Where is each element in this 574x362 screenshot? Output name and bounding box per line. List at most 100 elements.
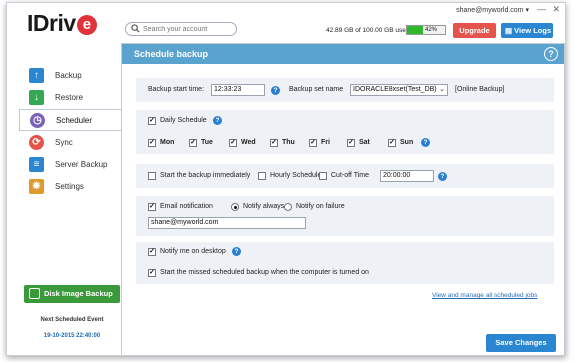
day-checkbox-sat[interactable]: ✓ bbox=[347, 139, 355, 147]
sidebar-item-scheduler[interactable]: ◷ Scheduler bbox=[19, 109, 121, 131]
cutoff-time-checkbox[interactable] bbox=[319, 172, 327, 180]
minimize-icon[interactable]: — bbox=[537, 4, 546, 14]
disk-icon bbox=[29, 288, 40, 299]
desktop-notification-section: ✓ Notify me on desktop ? ✓ Start the mis… bbox=[136, 242, 554, 284]
backup-set-label: Backup set name bbox=[289, 86, 344, 93]
user-account-menu[interactable]: shane@myworld.com ▾ bbox=[456, 6, 529, 14]
sidebar-item-label: Restore bbox=[55, 93, 84, 102]
start-time-label: Backup start time: bbox=[148, 86, 205, 93]
email-field[interactable]: shane@myworld.com bbox=[148, 217, 306, 229]
email-notification-checkbox[interactable]: ✓ bbox=[148, 203, 156, 211]
day-label: Tue bbox=[201, 139, 213, 146]
day-checkbox-tue[interactable]: ✓ bbox=[189, 139, 197, 147]
day-checkbox-wed[interactable]: ✓ bbox=[229, 139, 237, 147]
close-icon[interactable]: ✕ bbox=[552, 4, 560, 15]
day-checkbox-thu[interactable]: ✓ bbox=[270, 139, 278, 147]
info-icon[interactable]: ? bbox=[213, 116, 222, 125]
day-checkbox-fri[interactable]: ✓ bbox=[309, 139, 317, 147]
disk-image-backup-button[interactable]: Disk Image Backup bbox=[24, 285, 120, 303]
start-immediately-checkbox[interactable] bbox=[148, 172, 156, 180]
backup-time-section: Backup start time: 12:33:23 ? Backup set… bbox=[136, 78, 554, 102]
chevron-down-icon: ⌄ bbox=[439, 86, 445, 93]
day-label: Thu bbox=[282, 139, 295, 146]
daily-schedule-section: ✓ Daily Schedule ? ✓ Mon ✓ Tue ✓ Wed ✓ T… bbox=[136, 110, 554, 154]
sidebar-item-label: Scheduler bbox=[56, 116, 93, 125]
search-icon bbox=[131, 24, 140, 35]
day-label: Sat bbox=[359, 139, 370, 146]
start-time-input[interactable]: 12:33:23 bbox=[211, 84, 265, 96]
sidebar-item-settings[interactable]: ✹ Settings bbox=[19, 176, 121, 198]
notify-desktop-checkbox[interactable]: ✓ bbox=[148, 248, 156, 256]
day-label: Fri bbox=[321, 139, 330, 146]
daily-schedule-checkbox[interactable]: ✓ bbox=[148, 117, 156, 125]
download-arrow-icon: ↓ bbox=[29, 90, 44, 105]
notify-always-radio[interactable] bbox=[231, 203, 239, 211]
backup-set-value: IDORACLE8xset(Test_DB) bbox=[353, 86, 437, 93]
logs-icon: ▤ bbox=[505, 26, 515, 35]
server-icon: ≡ bbox=[29, 157, 44, 172]
options-section: Start the backup immediately Hourly Sche… bbox=[136, 164, 554, 188]
day-label: Wed bbox=[241, 139, 256, 146]
missed-backup-checkbox[interactable]: ✓ bbox=[148, 269, 156, 277]
storage-usage-percent: 42% bbox=[425, 27, 438, 33]
day-label: Mon bbox=[160, 139, 175, 146]
upload-arrow-icon: ↑ bbox=[29, 68, 44, 83]
storage-usage-text: 42.89 GB of 100.00 GB used bbox=[326, 27, 410, 34]
sidebar-item-server-backup[interactable]: ≡ Server Backup bbox=[19, 154, 121, 176]
sidebar-item-label: Settings bbox=[55, 182, 84, 191]
next-scheduled-event-date: 19-10-2015 22:40:00 bbox=[43, 333, 101, 339]
info-icon[interactable]: ? bbox=[232, 247, 241, 256]
hourly-schedule-label: Hourly Schedule bbox=[270, 172, 322, 179]
day-checkbox-mon[interactable]: ✓ bbox=[148, 139, 156, 147]
cutoff-time-input[interactable]: 20:00:00 bbox=[380, 170, 434, 182]
storage-usage-fill bbox=[407, 26, 423, 34]
app-window: IDrive shane@myworld.com ▾ — ✕ 42.89 GB … bbox=[6, 2, 566, 356]
logo-e-badge: e bbox=[76, 15, 97, 35]
view-scheduled-jobs-link[interactable]: View and manage all scheduled jobs bbox=[432, 292, 537, 299]
email-notification-label: Email notification bbox=[160, 203, 213, 210]
sidebar: ↑ Backup ↓ Restore ◷ Scheduler ⟳ Sync ≡ … bbox=[7, 43, 121, 356]
sidebar-item-label: Backup bbox=[55, 71, 82, 80]
missed-backup-label: Start the missed scheduled backup when t… bbox=[160, 269, 369, 276]
idrive-logo: IDriv e bbox=[27, 10, 97, 37]
notify-on-failure-radio[interactable] bbox=[284, 203, 292, 211]
email-notification-section: ✓ Email notification Notify always Notif… bbox=[136, 196, 554, 236]
help-icon[interactable]: ? bbox=[544, 47, 558, 61]
schedule-backup-panel: Schedule backup ? Backup start time: 12:… bbox=[121, 43, 565, 356]
day-checkbox-sun[interactable]: ✓ bbox=[388, 139, 396, 147]
start-immediately-label: Start the backup immediately bbox=[160, 172, 251, 179]
storage-usage-bar: 42% bbox=[406, 25, 446, 35]
info-icon[interactable]: ? bbox=[438, 172, 447, 181]
save-changes-button[interactable]: Save Changes bbox=[486, 334, 556, 352]
sidebar-item-sync[interactable]: ⟳ Sync bbox=[19, 132, 121, 154]
header: IDrive shane@myworld.com ▾ — ✕ 42.89 GB … bbox=[7, 3, 565, 43]
clock-icon: ◷ bbox=[30, 113, 45, 128]
notify-desktop-label: Notify me on desktop bbox=[160, 248, 226, 255]
sidebar-item-backup[interactable]: ↑ Backup bbox=[19, 65, 121, 87]
upgrade-button[interactable]: Upgrade bbox=[453, 23, 496, 38]
next-scheduled-event-title: Next Scheduled Event bbox=[40, 317, 104, 323]
info-icon[interactable]: ? bbox=[271, 86, 280, 95]
search-input[interactable] bbox=[143, 24, 233, 35]
view-logs-label: View Logs bbox=[514, 26, 552, 35]
sidebar-item-label: Server Backup bbox=[55, 160, 108, 169]
hourly-schedule-checkbox[interactable] bbox=[258, 172, 266, 180]
logo-text: IDriv bbox=[27, 10, 76, 36]
panel-header: Schedule backup ? bbox=[122, 44, 564, 64]
backup-set-type: [Online Backup] bbox=[455, 86, 505, 93]
panel-title: Schedule backup bbox=[134, 49, 209, 59]
day-label: Sun bbox=[400, 139, 414, 146]
sidebar-item-restore[interactable]: ↓ Restore bbox=[19, 87, 121, 109]
sync-icon: ⟳ bbox=[29, 135, 44, 150]
notify-on-failure-label: Notify on failure bbox=[296, 203, 345, 210]
disk-image-backup-label: Disk Image Backup bbox=[44, 289, 113, 298]
info-icon[interactable]: ? bbox=[421, 138, 430, 147]
notify-always-label: Notify always bbox=[243, 203, 285, 210]
daily-schedule-label: Daily Schedule bbox=[160, 117, 207, 124]
search-box[interactable] bbox=[125, 22, 237, 36]
view-logs-button[interactable]: ▤ View Logs bbox=[501, 23, 553, 38]
backup-set-select[interactable]: IDORACLE8xset(Test_DB) ⌄ bbox=[350, 84, 448, 96]
cutoff-time-label: Cut-off Time bbox=[331, 172, 369, 179]
gear-icon: ✹ bbox=[29, 179, 44, 194]
sidebar-item-label: Sync bbox=[55, 138, 73, 147]
